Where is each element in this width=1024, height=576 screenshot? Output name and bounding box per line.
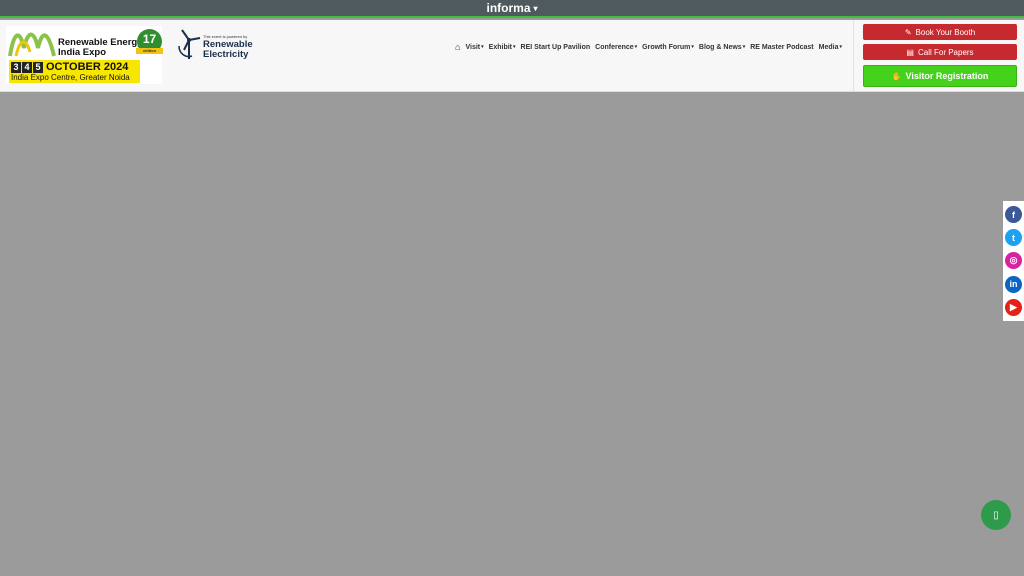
event-days: 3 4 5 [11,62,43,73]
event-month: OCTOBER 2024 [46,61,129,73]
informa-topbar[interactable]: informa ▾ [0,0,1024,18]
facebook-icon[interactable]: f [1005,206,1022,224]
twitter-icon[interactable]: t [1005,229,1022,247]
linkedin-icon[interactable]: in [1005,275,1022,293]
informa-brand[interactable]: informa [486,1,530,15]
hand-icon: ✋ [891,71,902,81]
nav-item-growth-forum[interactable]: Growth Forum ▾ [642,44,694,51]
book-booth-button[interactable]: ✎ Book Your Booth [863,24,1017,40]
partner-logo[interactable]: This event is powered by Renewable Elect… [176,28,260,62]
swirl-logo-icon [8,32,56,57]
chevron-down-icon: ▾ [839,44,842,50]
header-actions: ✎ Book Your Booth ▤ Call For Papers ✋ Vi… [853,20,1024,92]
document-icon: ▤ [906,47,914,57]
phone-icon: ▯ [993,509,999,521]
chevron-down-icon: ▾ [634,44,638,50]
chevron-down-icon: ▾ [481,44,484,50]
whatsapp-chat-button[interactable]: ▯ [981,500,1011,530]
partner-brand: Renewable Electricity [203,39,253,60]
youtube-icon[interactable]: ▶ [1005,298,1022,316]
event-logo[interactable]: Renewable Energy India Expo 17 edition 3… [6,26,163,84]
nav-item-conference[interactable]: Conference ▾ [595,44,637,51]
nav-item-startup-pavilion[interactable]: REI Start Up Pavilion [521,44,591,51]
nav-item-podcast[interactable]: RE Master Podcast [750,44,813,51]
instagram-icon[interactable]: ◎ [1005,252,1022,270]
event-title: Renewable Energy India Expo [58,37,143,58]
wind-turbine-icon [178,29,201,59]
chevron-down-icon: ▾ [691,44,694,50]
event-venue: India Expo Centre, Greater Noida [11,73,130,82]
edition-badge: 17 edition [136,29,163,54]
nav-item-visit[interactable]: Visit ▾ [465,44,483,51]
home-icon[interactable]: ⌂ [455,42,460,52]
chevron-down-icon: ▾ [742,44,746,50]
edit-icon: ✎ [904,27,912,37]
chevron-down-icon: ▾ [533,3,538,13]
site-header: Renewable Energy India Expo 17 edition 3… [0,20,1024,92]
main-nav: ⌂ Visit ▾ Exhibit ▾ REI Start Up Pavilion … [455,42,842,52]
event-dates: 3 4 5 OCTOBER 2024 India Expo Centre, Gr… [9,60,140,83]
nav-item-media[interactable]: Media ▾ [819,44,842,51]
call-for-papers-button[interactable]: ▤ Call For Papers [863,44,1017,60]
nav-item-blog-news[interactable]: Blog & News ▾ [699,44,745,51]
nav-item-exhibit[interactable]: Exhibit ▾ [489,44,516,51]
social-sidebar: f t ◎ in ▶ [1003,201,1024,321]
visitor-registration-button[interactable]: ✋ Visitor Registration [863,65,1017,87]
chevron-down-icon: ▾ [513,44,516,50]
